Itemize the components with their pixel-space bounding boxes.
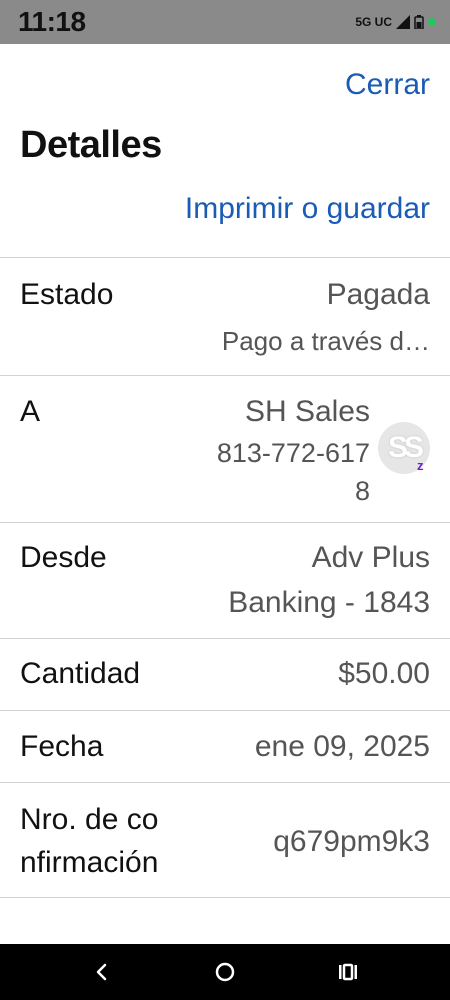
divider bbox=[0, 710, 450, 711]
divider bbox=[0, 638, 450, 639]
system-nav-bar bbox=[0, 944, 450, 1000]
zelle-badge-icon: z bbox=[417, 458, 424, 473]
recipient-phone-line1: 813-772-617 bbox=[216, 438, 370, 468]
recipient-phone-line2: 8 bbox=[354, 476, 370, 506]
from-value-line2: Banking - 1843 bbox=[228, 586, 430, 619]
active-indicator-dot-icon bbox=[428, 18, 436, 26]
amount-value: $50.00 bbox=[338, 657, 430, 690]
divider bbox=[0, 782, 450, 783]
confirmation-label-line1: Nro. de co bbox=[20, 803, 159, 836]
status-value: Pagada bbox=[326, 278, 430, 311]
signal-icon bbox=[396, 15, 410, 29]
recipient-label: A bbox=[20, 395, 41, 428]
status-bar: 11:18 5G UC bbox=[0, 0, 450, 44]
close-button[interactable]: Cerrar bbox=[345, 68, 430, 102]
network-label: 5G UC bbox=[355, 15, 392, 29]
from-label: Desde bbox=[20, 541, 107, 574]
date-label: Fecha bbox=[20, 730, 104, 763]
battery-icon bbox=[414, 15, 424, 29]
page-title: Detalles bbox=[20, 124, 162, 166]
recipient-name: SH Sales bbox=[244, 395, 370, 428]
from-value-line1: Adv Plus bbox=[311, 541, 430, 574]
divider bbox=[0, 257, 450, 258]
print-or-save-button[interactable]: Imprimir o guardar bbox=[185, 192, 430, 226]
amount-label: Cantidad bbox=[20, 657, 141, 690]
divider bbox=[0, 375, 450, 376]
status-indicators: 5G UC bbox=[355, 13, 436, 31]
home-icon[interactable] bbox=[211, 958, 239, 986]
status-time: 11:18 bbox=[18, 6, 86, 37]
recents-icon[interactable] bbox=[334, 958, 362, 986]
date-value: ene 09, 2025 bbox=[254, 730, 430, 763]
confirmation-value: q679pm9k3 bbox=[273, 825, 430, 858]
status-subtext: Pago a través d… bbox=[221, 326, 430, 356]
divider bbox=[0, 897, 450, 898]
divider bbox=[0, 522, 450, 523]
back-icon[interactable] bbox=[88, 958, 116, 986]
status-label: Estado bbox=[20, 278, 114, 311]
confirmation-label-line2: nfirmación bbox=[20, 846, 159, 879]
